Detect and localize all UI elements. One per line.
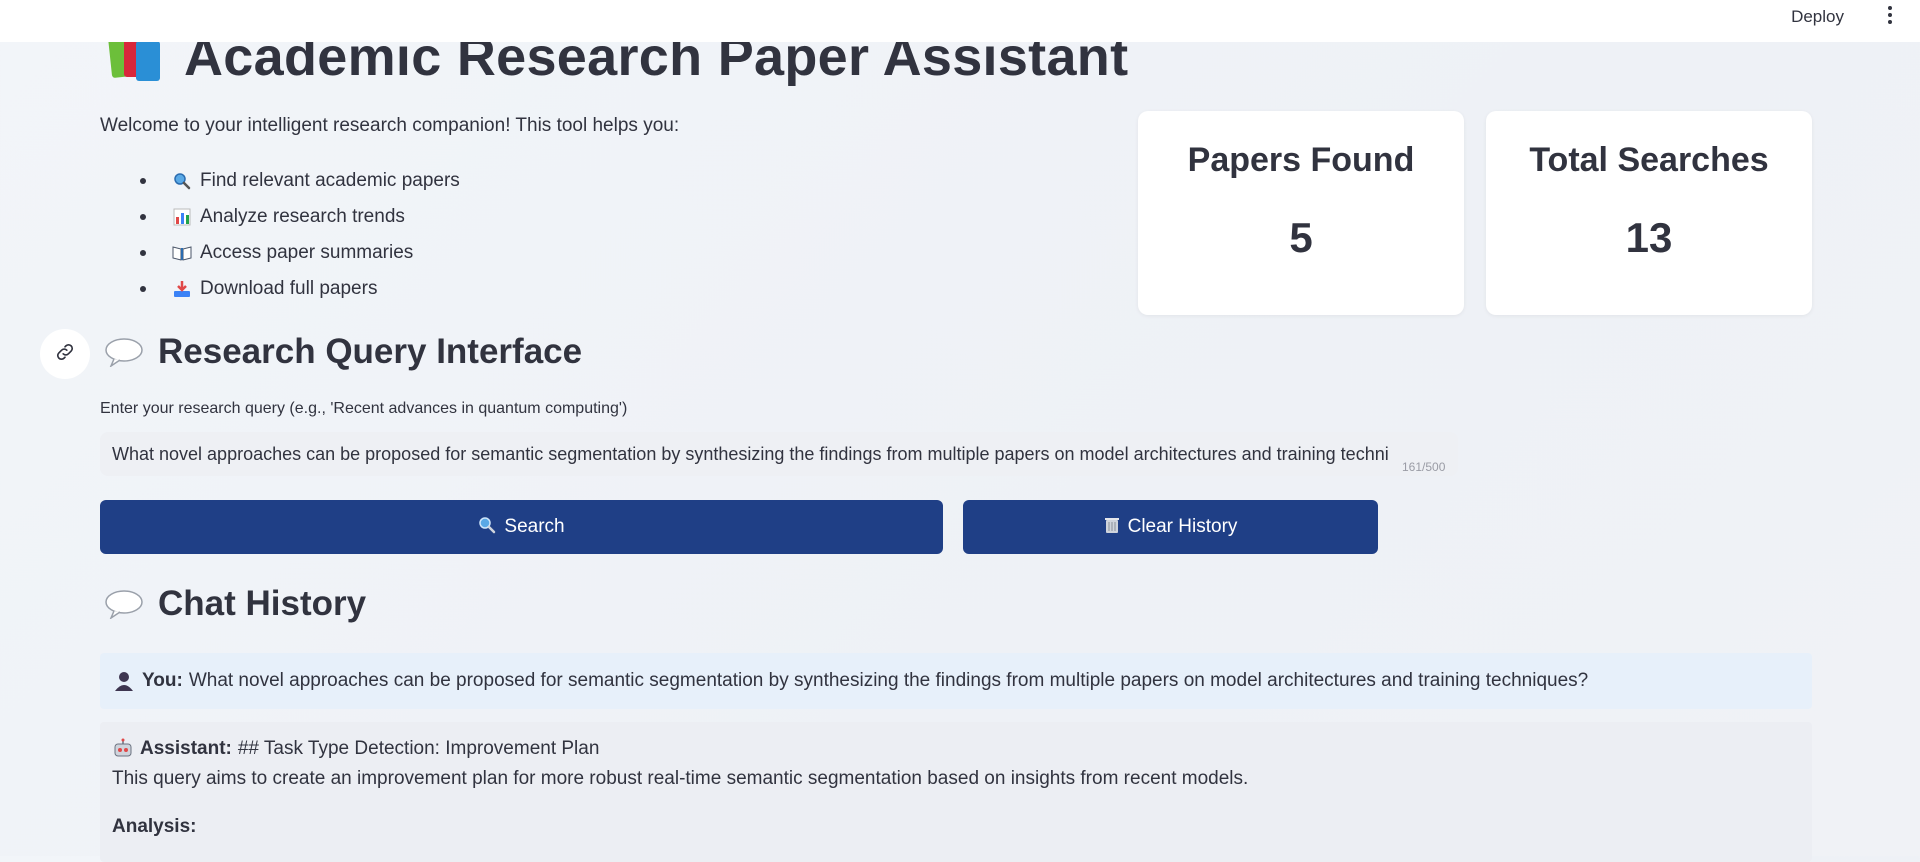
papers-found-card: Papers Found 5 [1138, 111, 1464, 315]
robot-icon [112, 738, 132, 760]
query-input-label: Enter your research query (e.g., 'Recent… [100, 400, 628, 417]
speech-bubble-icon [104, 589, 144, 621]
metric-value: 5 [1289, 214, 1313, 261]
message-speaker: You: [142, 670, 183, 691]
list-item: Download full papers [100, 271, 460, 307]
feature-label: Download full papers [200, 278, 378, 299]
search-button-label: Search [504, 516, 565, 537]
wastebasket-icon [1104, 516, 1120, 539]
magnifier-icon [172, 171, 192, 191]
magnifier-icon [478, 516, 496, 539]
main-menu-icon[interactable] [1884, 6, 1896, 26]
user-avatar-icon [114, 670, 134, 692]
research-query-input[interactable] [100, 432, 1458, 476]
anchor-link-button[interactable] [40, 329, 90, 379]
metric-value: 13 [1625, 214, 1673, 261]
metric-label: Papers Found [1187, 141, 1415, 179]
list-item: Analyze research trends [100, 199, 460, 235]
main-content: Academic Research Paper Assistant Welcom… [0, 0, 1920, 862]
welcome-text: Welcome to your intelligent research com… [100, 115, 680, 136]
char-counter: 161/500 [1402, 460, 1446, 474]
section-title: Research Query Interface [158, 332, 583, 371]
speech-bubble-icon [104, 337, 144, 369]
search-button[interactable]: Search [100, 500, 943, 554]
section-title: Chat History [158, 584, 367, 623]
clear-history-button[interactable]: Clear History [963, 500, 1378, 554]
list-item: Find relevant academic papers [100, 163, 460, 199]
total-searches-card: Total Searches 13 [1486, 111, 1812, 315]
bar-chart-icon [172, 207, 192, 227]
deploy-button[interactable]: Deploy [1785, 5, 1850, 29]
assistant-message: Assistant: ## Task Type Detection: Impro… [100, 722, 1812, 862]
metric-label: Total Searches [1529, 141, 1769, 179]
feature-label: Access paper summaries [200, 242, 414, 263]
open-book-icon [172, 243, 192, 263]
download-icon [172, 279, 192, 299]
feature-label: Analyze research trends [200, 206, 405, 227]
clear-history-button-label: Clear History [1127, 516, 1238, 537]
query-section-heading: Research Query Interface [104, 332, 582, 372]
app-toolbar: Deploy [0, 0, 1920, 42]
analysis-heading: Analysis: [112, 816, 197, 837]
message-text: This query aims to create an improvement… [112, 768, 1249, 789]
list-item: Access paper summaries [100, 235, 460, 271]
user-message: You: What novel approaches can be propos… [100, 653, 1812, 709]
feature-label: Find relevant academic papers [200, 170, 460, 191]
link-icon [54, 341, 76, 368]
message-text: What novel approaches can be proposed fo… [188, 670, 1589, 691]
chat-section-heading: Chat History [104, 584, 366, 624]
message-text: ## Task Type Detection: Improvement Plan [237, 738, 600, 759]
message-speaker: Assistant: [140, 738, 232, 759]
feature-list: Find relevant academic papers Analyze re… [100, 163, 460, 307]
